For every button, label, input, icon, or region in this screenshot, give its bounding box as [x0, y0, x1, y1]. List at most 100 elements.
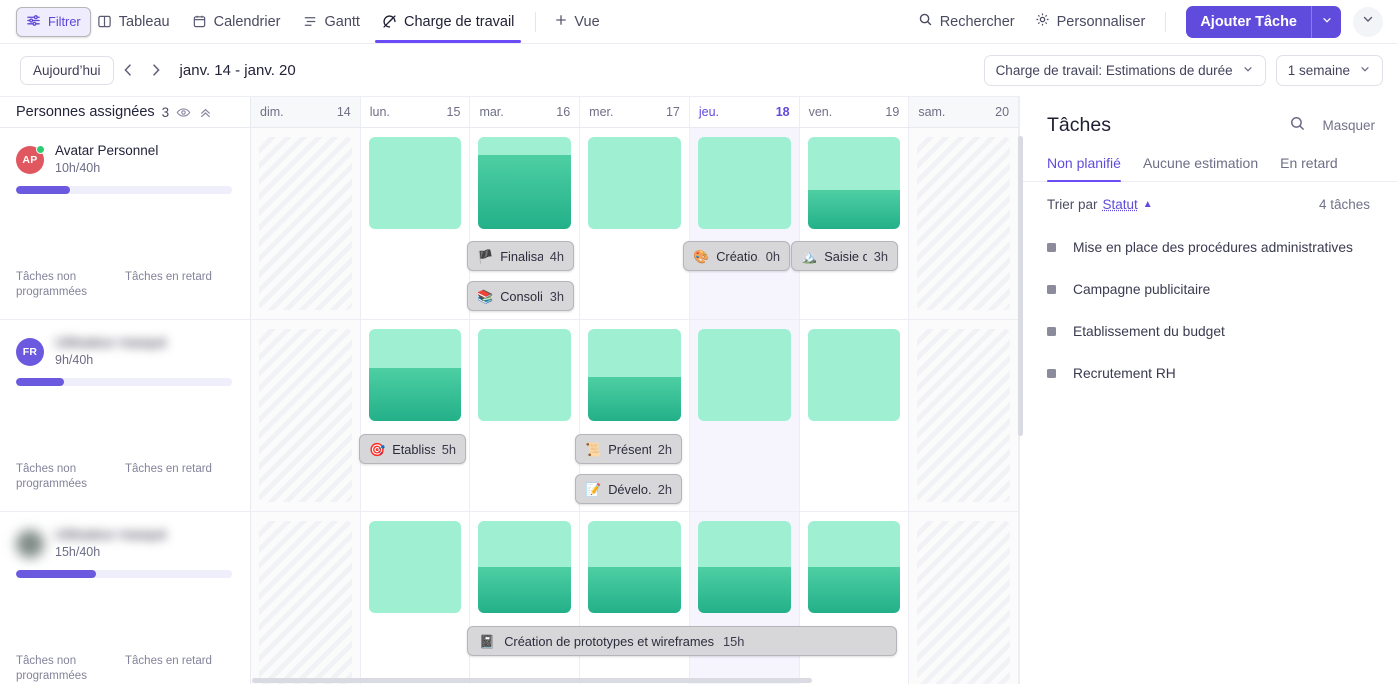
task-chip[interactable]: 📚 Consoli... 3h [467, 281, 574, 311]
tasks-panel-title: Tâches [1047, 114, 1111, 137]
tab-charge-de-travail[interactable]: Charge de travail [371, 1, 525, 43]
grid-vertical-scrollbar[interactable] [1018, 136, 1023, 436]
horizontal-scrollbar[interactable] [252, 678, 812, 683]
assignee-footer-stats: Tâches non programmées Tâches en retard [16, 462, 234, 493]
task-chip[interactable]: 📝 Dévelo... 2h [575, 474, 682, 504]
assignee-info-cell[interactable]: AP Avatar Personnel 10h/40h Tâches non p… [0, 128, 251, 319]
scroll-icon: 📜 [585, 443, 601, 456]
tab-non-planifie[interactable]: Non planifié [1047, 155, 1121, 181]
period-select[interactable]: 1 semaine [1276, 55, 1383, 86]
task-chip[interactable]: 📜 Présent... 2h [575, 434, 682, 464]
assignee-header: FR Utilisateur masqué 9h/40h [16, 334, 234, 369]
divider [1165, 12, 1166, 32]
gear-icon [1035, 12, 1050, 31]
list-item[interactable]: Etablissement du budget [1047, 310, 1370, 352]
day-name: jeu. [699, 105, 719, 119]
task-chip[interactable]: 🏴 Finalisa... 4h [467, 241, 574, 271]
status-square-icon [1047, 243, 1056, 252]
tasks-sort-row: Trier par Statut ▲ 4 tâches [1020, 182, 1397, 212]
add-task-dropdown[interactable] [1311, 6, 1341, 38]
eye-icon[interactable] [176, 105, 191, 120]
status-square-icon [1047, 285, 1056, 294]
capacity-bar [478, 137, 571, 229]
capacity-bar [698, 137, 791, 229]
divider [535, 12, 536, 32]
assignee-header: AP Avatar Personnel 10h/40h [16, 142, 234, 177]
assignee-info-cell[interactable]: Utilisateur masqué 15h/40h Tâches non pr… [0, 512, 251, 684]
list-item[interactable]: Recrutement RH [1047, 352, 1370, 394]
task-chip-hours: 4h [550, 249, 564, 264]
day-header-dim: dim.14 [251, 97, 361, 127]
day-header-mer: mer.17 [580, 97, 690, 127]
task-chip-layer: 📓 Création de prototypes et wireframes 1… [251, 622, 1019, 684]
filter-button[interactable]: Filtrer [16, 7, 91, 37]
day-name: mer. [589, 105, 613, 119]
capacity-bar [698, 329, 791, 421]
chevron-down-icon [1242, 63, 1254, 78]
board-icon [97, 14, 112, 29]
capacity-bar [808, 521, 901, 613]
avatar[interactable] [16, 530, 44, 558]
workload-metric-select[interactable]: Charge de travail: Estimations de durée [984, 55, 1266, 86]
assignee-header: Utilisateur masqué 15h/40h [16, 526, 234, 561]
capacity-progress-bar [16, 378, 232, 386]
task-label: Recrutement RH [1073, 366, 1176, 381]
tab-aucune-estimation[interactable]: Aucune estimation [1143, 155, 1258, 181]
workload-metric-label: Charge de travail: Estimations de durée [996, 63, 1233, 78]
day-number: 19 [885, 105, 899, 119]
hide-panel-button[interactable]: Masquer [1322, 118, 1375, 133]
tab-calendrier[interactable]: Calendrier [181, 1, 292, 43]
row-day-cells: 🏴 Finalisa... 4h 📚 Consoli... 3h 🎨 [251, 128, 1019, 319]
day-header-jeu: jeu. 18 [690, 97, 800, 127]
add-view-button[interactable]: Vue [546, 13, 607, 31]
assignee-row: Utilisateur masqué 15h/40h Tâches non pr… [0, 512, 1019, 684]
list-item[interactable]: Mise en place des procédures administrat… [1047, 226, 1370, 268]
sort-ascending-icon[interactable]: ▲ [1143, 199, 1153, 210]
assignee-text: Avatar Personnel 10h/40h [55, 142, 158, 177]
add-task-button[interactable]: Ajouter Tâche [1186, 6, 1311, 38]
task-bar[interactable]: 📓 Création de prototypes et wireframes 1… [467, 626, 897, 656]
search-icon [918, 12, 933, 31]
assignee-hours: 9h/40h [55, 352, 167, 369]
capacity-bar [369, 137, 462, 229]
workload-icon [382, 14, 397, 29]
overdue-label: Tâches en retard [125, 654, 234, 684]
day-name: mar. [479, 105, 503, 119]
day-header-columns: dim.14 lun.15 mar.16 mer.17 jeu.18 ven.1… [251, 97, 1019, 127]
customize-button[interactable]: Personnaliser [1025, 6, 1156, 37]
books-icon: 📚 [477, 290, 493, 303]
today-button[interactable]: Aujourd’hui [20, 56, 114, 85]
date-range-label: janv. 14 - janv. 20 [180, 62, 296, 79]
day-number: 18 [776, 105, 790, 119]
previous-week-button[interactable] [114, 56, 142, 84]
tab-gantt[interactable]: Gantt [292, 1, 371, 43]
task-chip[interactable]: 🏔️ Saisie d... 3h [791, 241, 898, 271]
task-chip-hours: 0h [766, 249, 780, 264]
row-day-cells: 📓 Création de prototypes et wireframes 1… [251, 512, 1019, 684]
more-options-button[interactable] [1353, 7, 1383, 37]
avatar[interactable]: FR [16, 338, 44, 366]
next-week-button[interactable] [142, 56, 170, 84]
calendar-icon [192, 14, 207, 29]
overdue-label: Tâches en retard [125, 462, 234, 493]
assignee-footer-stats: Tâches non programmées Tâches en retard [16, 270, 234, 301]
assignee-info-cell[interactable]: FR Utilisateur masqué 9h/40h Tâches non … [0, 320, 251, 511]
task-chip[interactable]: 🎯 Etabliss... 5h [359, 434, 466, 464]
sort-field-button[interactable]: Statut [1103, 197, 1138, 212]
mountain-icon: 🏔️ [801, 250, 817, 263]
tab-tableau[interactable]: Tableau [86, 1, 181, 43]
search-icon[interactable] [1289, 115, 1306, 137]
task-chip[interactable]: 🎨 Créatio... 0h [683, 241, 790, 271]
collapse-all-icon[interactable] [198, 105, 213, 120]
status-square-icon [1047, 327, 1056, 336]
assignees-header: Personnes assignées 3 [0, 97, 251, 127]
list-item[interactable]: Campagne publicitaire [1047, 268, 1370, 310]
notebook-icon: 📓 [479, 635, 495, 648]
tab-en-retard[interactable]: En retard [1280, 155, 1338, 181]
avatar-initials: FR [23, 346, 38, 358]
day-number: 14 [337, 105, 351, 119]
task-label: Etablissement du budget [1073, 324, 1225, 339]
customize-label: Personnaliser [1057, 14, 1146, 30]
avatar[interactable]: AP [16, 146, 44, 174]
search-button[interactable]: Rechercher [908, 6, 1025, 37]
